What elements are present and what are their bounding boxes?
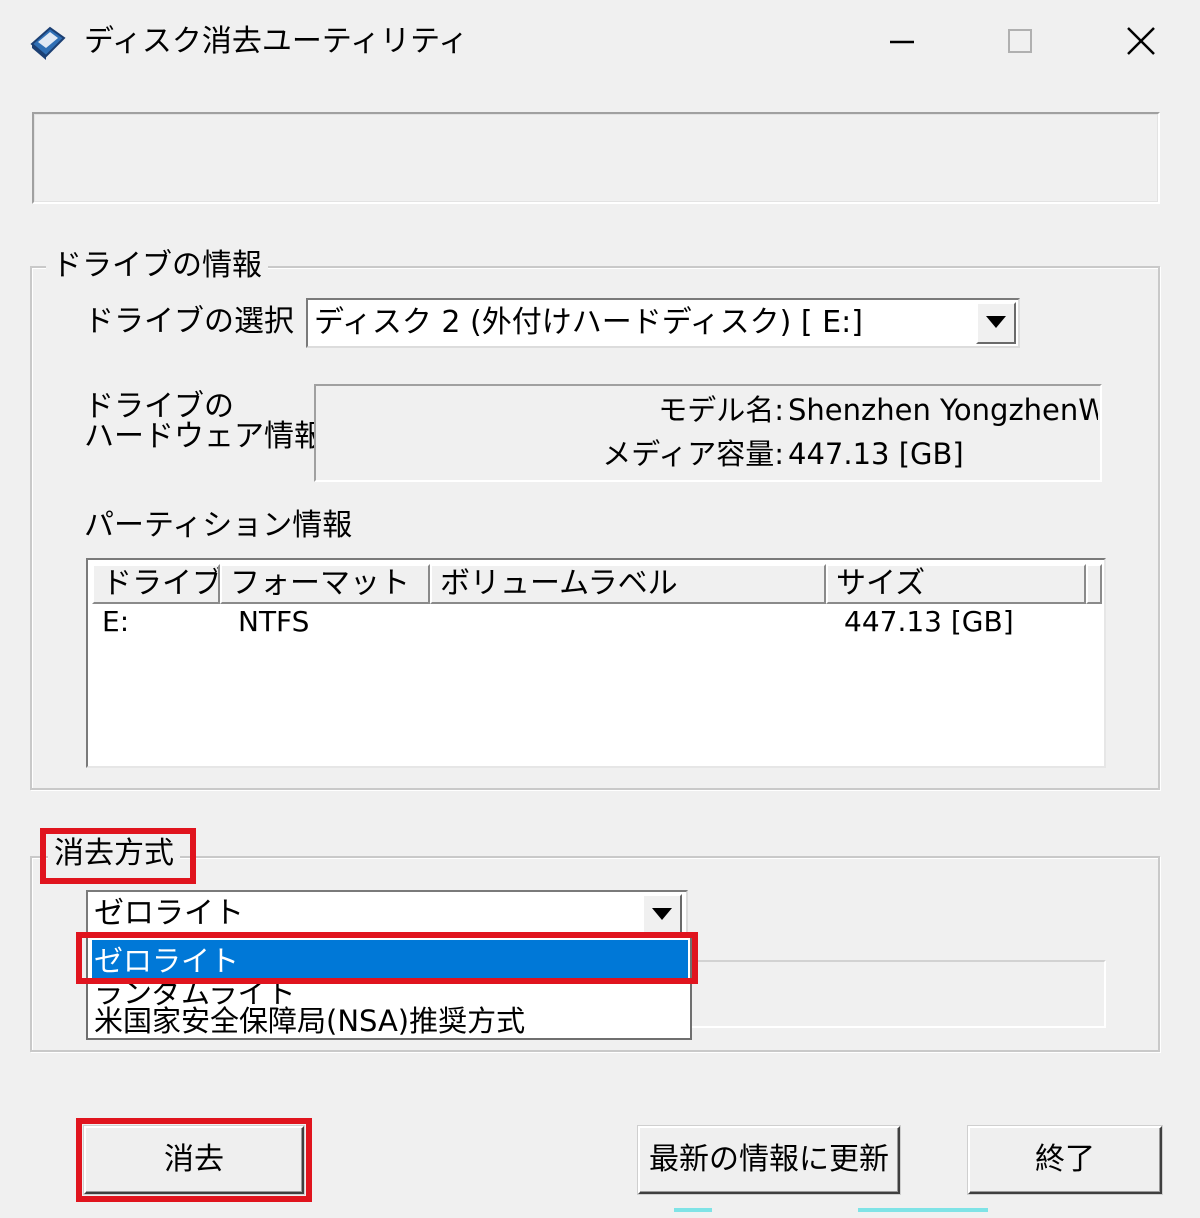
drive-select-combobox[interactable]: ディスク 2 (外付けハードディスク) [ E:]	[306, 298, 1020, 348]
column-header-filler	[1086, 564, 1102, 604]
drive-select-label: ドライブの選択	[84, 304, 294, 339]
window-title: ディスク消去ユーティリティ	[84, 24, 469, 59]
erase-button[interactable]: 消去	[84, 1126, 304, 1194]
decorative-accent-line	[858, 1208, 988, 1212]
hardware-info-box: モデル名: Shenzhen YongzhenWeiye SCSI Disk D…	[314, 384, 1102, 482]
column-header-drive[interactable]: ドライブ	[92, 564, 220, 604]
drive-select-dropdown-button[interactable]	[976, 302, 1016, 344]
partition-format-cell: NTFS	[238, 605, 310, 638]
maximize-button[interactable]	[990, 14, 1050, 70]
model-value: Shenzhen YongzhenWeiye SCSI Disk De...	[788, 393, 1098, 427]
erase-method-group-title: 消去方式	[48, 834, 180, 874]
erase-method-combobox[interactable]: ゼロライト	[86, 890, 688, 938]
model-label: モデル名:	[658, 393, 784, 427]
erase-method-value: ゼロライト	[94, 896, 244, 931]
erase-method-dropdown-list: ゼロライト ランダムライト 米国家安全保障局(NSA)推奨方式	[86, 936, 692, 1040]
partition-info-label: パーティション情報	[84, 508, 353, 543]
table-row[interactable]: E: NTFS 447.13 [GB]	[92, 604, 1102, 644]
exit-button[interactable]: 終了	[968, 1126, 1162, 1194]
close-icon	[1127, 27, 1155, 55]
erase-method-dropdown-button[interactable]	[642, 894, 682, 934]
decorative-accent-line	[674, 1208, 712, 1212]
column-header-volume-label[interactable]: ボリュームラベル	[430, 564, 826, 604]
column-header-size[interactable]: サイズ	[826, 564, 1086, 604]
capacity-value: 447.13 [GB]	[788, 437, 964, 471]
partition-list[interactable]: ドライブ フォーマット ボリュームラベル サイズ E: NTFS 447.13 …	[86, 558, 1106, 768]
drive-select-value: ディスク 2 (外付けハードディスク) [ E:]	[314, 305, 863, 340]
partition-drive-cell: E:	[102, 605, 130, 638]
chevron-down-icon	[652, 908, 672, 920]
disk-eraser-app-icon	[28, 22, 68, 62]
erase-option-zero-write[interactable]: ゼロライト	[92, 940, 688, 982]
close-button[interactable]	[1110, 14, 1170, 70]
partition-size-cell: 447.13 [GB]	[844, 605, 1014, 638]
capacity-label: メディア容量:	[602, 437, 784, 471]
erase-option-nsa[interactable]: 米国家安全保障局(NSA)推奨方式	[92, 1004, 688, 1038]
drive-info-group-title: ドライブの情報	[46, 246, 268, 286]
minimize-button[interactable]	[872, 14, 932, 70]
hardware-info-label-line2: ハードウェア情報	[84, 419, 324, 454]
erase-progress-field	[690, 960, 1106, 1028]
chevron-down-icon	[986, 316, 1006, 328]
refresh-button[interactable]: 最新の情報に更新	[638, 1126, 900, 1194]
column-header-format[interactable]: フォーマット	[220, 564, 430, 604]
status-progress-area	[32, 112, 1160, 204]
